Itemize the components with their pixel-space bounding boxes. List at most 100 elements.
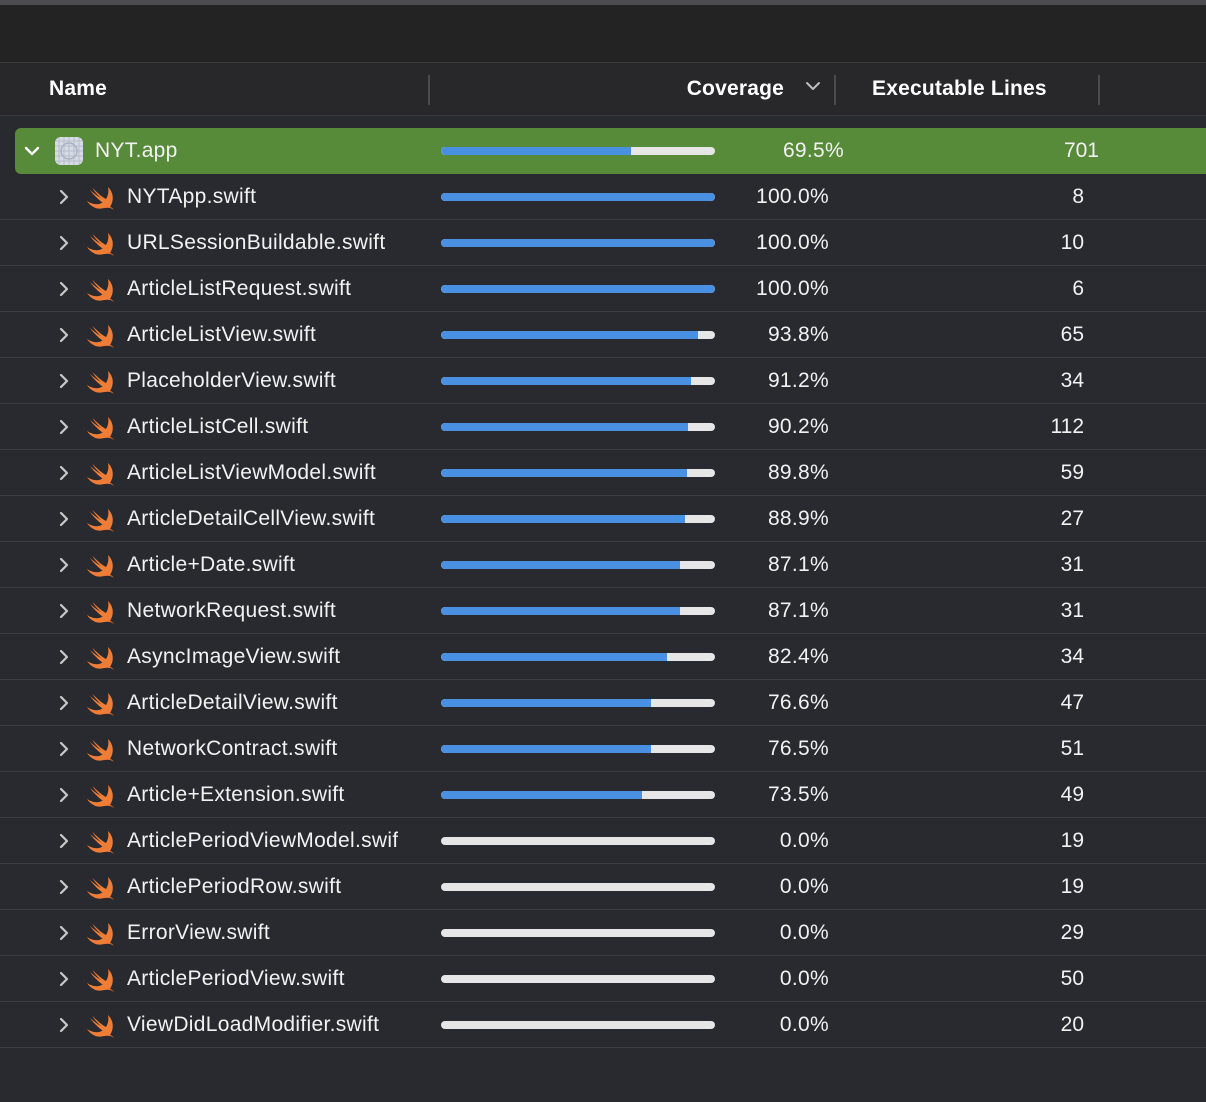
- file-row[interactable]: ArticleListRequest.swift 100.0% 6: [0, 266, 1206, 312]
- coverage-bar-fill: [441, 791, 643, 799]
- coverage-percent: 82.4%: [767, 645, 829, 668]
- chevron-right-icon[interactable]: [57, 694, 71, 712]
- chevron-right-icon[interactable]: [57, 372, 71, 390]
- swift-icon: [87, 923, 114, 946]
- column-divider[interactable]: [1098, 75, 1100, 105]
- file-row[interactable]: ArticleDetailCellView.swift 88.9% 27: [0, 496, 1206, 542]
- coverage-bar: [441, 975, 715, 983]
- coverage-percent: 0.0%: [779, 967, 829, 990]
- coverage-bar-fill: [441, 745, 651, 753]
- target-row[interactable]: NYT.app 69.5% 701: [15, 128, 1206, 174]
- app-icon: [55, 137, 83, 165]
- file-row[interactable]: URLSessionBuildable.swift 100.0% 10: [0, 220, 1206, 266]
- coverage-bar: [441, 699, 715, 707]
- file-name: PlaceholderView.swift: [127, 369, 337, 392]
- chevron-right-icon[interactable]: [57, 280, 71, 298]
- coverage-bar-fill: [441, 561, 680, 569]
- swift-icon: [87, 463, 114, 486]
- file-name: ErrorView.swift: [127, 921, 270, 944]
- file-row[interactable]: ViewDidLoadModifier.swift 0.0% 20: [0, 1002, 1206, 1048]
- coverage-bar: [441, 193, 715, 201]
- file-row[interactable]: NetworkRequest.swift 87.1% 31: [0, 588, 1206, 634]
- swift-icon: [87, 601, 114, 624]
- coverage-bar: [441, 377, 715, 385]
- file-name: NetworkContract.swift: [127, 737, 338, 760]
- chevron-right-icon[interactable]: [57, 648, 71, 666]
- executable-lines-count: 31: [1060, 553, 1084, 576]
- file-row[interactable]: NetworkContract.swift 76.5% 51: [0, 726, 1206, 772]
- coverage-bar: [441, 515, 715, 523]
- executable-lines-count: 50: [1060, 967, 1084, 990]
- file-row[interactable]: AsyncImageView.swift 82.4% 34: [0, 634, 1206, 680]
- column-header-executable-lines[interactable]: Executable Lines: [872, 77, 1047, 101]
- file-row[interactable]: NYTApp.swift 100.0% 8: [0, 174, 1206, 220]
- file-name: Article+Extension.swift: [127, 783, 345, 806]
- column-divider[interactable]: [834, 75, 836, 105]
- coverage-percent: 90.2%: [767, 415, 829, 438]
- executable-lines-count: 34: [1060, 645, 1084, 668]
- column-header-name[interactable]: Name: [49, 77, 107, 101]
- coverage-percent: 100.0%: [755, 185, 829, 208]
- file-row[interactable]: ArticlePeriodViewModel.swif 0.0% 19: [0, 818, 1206, 864]
- chevron-right-icon[interactable]: [57, 326, 71, 344]
- file-row[interactable]: PlaceholderView.swift 91.2% 34: [0, 358, 1206, 404]
- coverage-bar: [441, 883, 715, 891]
- coverage-bar-fill: [441, 699, 651, 707]
- swift-icon: [87, 969, 114, 992]
- sort-descending-chevron-icon[interactable]: [805, 80, 821, 92]
- coverage-bar-fill: [441, 239, 715, 247]
- file-name: ArticleDetailCellView.swift: [127, 507, 376, 530]
- file-row[interactable]: Article+Date.swift 87.1% 31: [0, 542, 1206, 588]
- file-row[interactable]: ErrorView.swift 0.0% 29: [0, 910, 1206, 956]
- file-row[interactable]: ArticleListCell.swift 90.2% 112: [0, 404, 1206, 450]
- chevron-right-icon[interactable]: [57, 556, 71, 574]
- chevron-right-icon[interactable]: [57, 510, 71, 528]
- executable-lines-count: 34: [1060, 369, 1084, 392]
- chevron-right-icon[interactable]: [57, 234, 71, 252]
- executable-lines-count: 65: [1060, 323, 1084, 346]
- chevron-right-icon[interactable]: [57, 464, 71, 482]
- executable-lines-count: 29: [1060, 921, 1084, 944]
- column-header-bar: Name Coverage Executable Lines: [0, 62, 1206, 116]
- chevron-right-icon[interactable]: [57, 188, 71, 206]
- chevron-right-icon[interactable]: [57, 786, 71, 804]
- chevron-right-icon[interactable]: [57, 878, 71, 896]
- swift-icon: [87, 831, 114, 854]
- file-row[interactable]: ArticleListViewModel.swift 89.8% 59: [0, 450, 1206, 496]
- coverage-percent: 0.0%: [779, 875, 829, 898]
- chevron-right-icon[interactable]: [57, 602, 71, 620]
- coverage-bar: [441, 607, 715, 615]
- chevron-right-icon[interactable]: [57, 924, 71, 942]
- coverage-bar: [441, 1021, 715, 1029]
- file-name: ArticlePeriodRow.swift: [127, 875, 342, 898]
- coverage-bar-fill: [441, 193, 715, 201]
- coverage-percent: 87.1%: [767, 553, 829, 576]
- file-row[interactable]: ArticlePeriodView.swift 0.0% 50: [0, 956, 1206, 1002]
- chevron-right-icon[interactable]: [57, 1016, 71, 1034]
- coverage-percent: 88.9%: [767, 507, 829, 530]
- file-row[interactable]: Article+Extension.swift 73.5% 49: [0, 772, 1206, 818]
- swift-icon: [87, 785, 114, 808]
- swift-icon: [87, 1015, 114, 1038]
- chevron-right-icon[interactable]: [57, 740, 71, 758]
- coverage-bar: [441, 239, 715, 247]
- executable-lines-count: 47: [1060, 691, 1084, 714]
- column-header-coverage[interactable]: Coverage: [687, 77, 784, 101]
- executable-lines-count: 31: [1060, 599, 1084, 622]
- file-name: NetworkRequest.swift: [127, 599, 337, 622]
- coverage-bar-fill: [441, 331, 698, 339]
- file-row[interactable]: ArticlePeriodRow.swift 0.0% 19: [0, 864, 1206, 910]
- chevron-right-icon[interactable]: [57, 970, 71, 988]
- file-name: NYTApp.swift: [127, 185, 257, 208]
- file-row[interactable]: ArticleDetailView.swift 76.6% 47: [0, 680, 1206, 726]
- file-row[interactable]: ArticleListView.swift 93.8% 65: [0, 312, 1206, 358]
- swift-icon: [87, 647, 114, 670]
- coverage-percent: 93.8%: [767, 323, 829, 346]
- executable-lines-count: 49: [1060, 783, 1084, 806]
- chevron-right-icon[interactable]: [57, 832, 71, 850]
- chevron-down-icon[interactable]: [23, 144, 41, 158]
- chevron-right-icon[interactable]: [57, 418, 71, 436]
- coverage-bar-fill: [441, 423, 689, 431]
- swift-icon: [87, 877, 114, 900]
- column-divider[interactable]: [428, 75, 430, 105]
